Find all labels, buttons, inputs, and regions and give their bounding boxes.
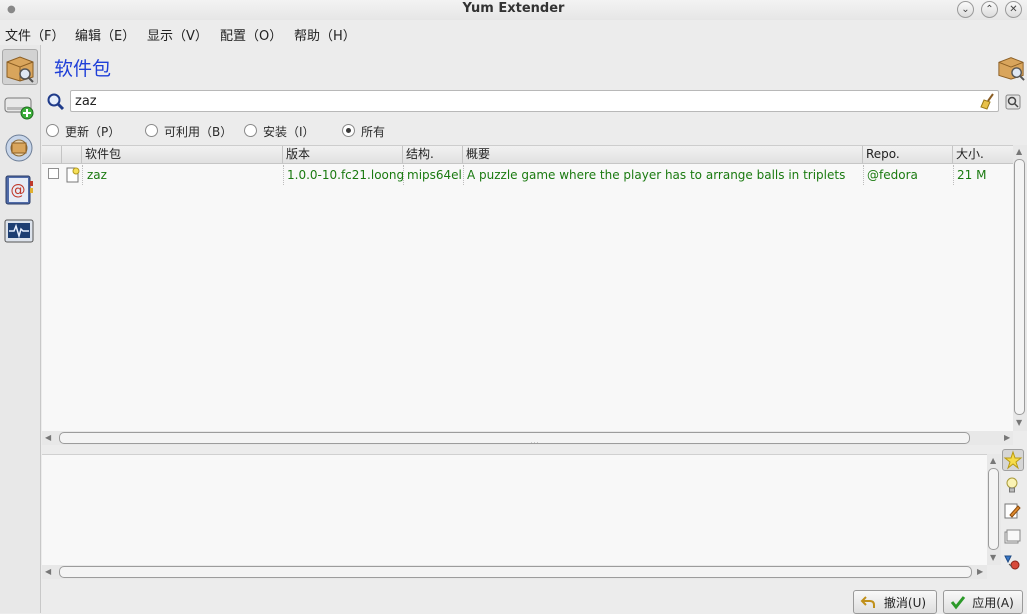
info-pane-vscroll-thumb[interactable] xyxy=(988,468,999,550)
main-panel: 软件包 更新（P） 可利用（B） 安装（I） 所有 xyxy=(42,45,1027,614)
queue-view-button[interactable] xyxy=(2,131,38,167)
column-header-arch[interactable]: 结构. xyxy=(403,146,463,164)
package-name: zaz xyxy=(87,168,107,182)
package-list: 软件包 版本 结构. 概要 Repo. 大小. zaz 1.0.0-10.fc2… xyxy=(42,145,1014,431)
title-bar: ● Yum Extender ⌄ ⌃ ✕ xyxy=(0,0,1027,20)
menu-file[interactable]: 文件（F） xyxy=(5,25,64,44)
history-disc-icon xyxy=(5,134,33,162)
filter-all-label: 所有 xyxy=(361,125,386,139)
package-list-header: 软件包 版本 结构. 概要 Repo. 大小. xyxy=(42,146,1014,164)
scroll-up-arrow-icon[interactable]: ▲ xyxy=(1016,147,1022,156)
radio-circle[interactable] xyxy=(46,124,59,137)
package-box-icon xyxy=(6,56,34,83)
clear-search-broom-icon[interactable] xyxy=(979,92,997,110)
window-title: Yum Extender xyxy=(462,1,565,16)
scroll-down-arrow-icon[interactable]: ▼ xyxy=(1016,418,1022,427)
column-header-select[interactable] xyxy=(42,146,62,164)
undo-button-label: 撤消(U) xyxy=(883,595,927,610)
maximize-button[interactable]: ⌃ xyxy=(981,1,998,18)
filter-installed-label: 安装（I） xyxy=(263,125,315,139)
scroll-right-arrow-icon[interactable]: ▶ xyxy=(977,567,983,576)
info-files-button[interactable] xyxy=(1002,527,1024,549)
filter-updates-label: 更新（P） xyxy=(65,125,121,139)
search-options-icon[interactable] xyxy=(1005,94,1021,110)
package-info-pane xyxy=(42,454,987,565)
table-row[interactable]: zaz 1.0.0-10.fc21.loong mips64el A puzzl… xyxy=(42,165,1014,185)
info-dependencies-button[interactable] xyxy=(1002,552,1024,574)
scroll-left-arrow-icon[interactable]: ◀ xyxy=(45,433,51,442)
package-repo: @fedora xyxy=(867,168,918,182)
column-header-version[interactable]: 版本 xyxy=(283,146,403,164)
package-list-vscroll-thumb[interactable] xyxy=(1014,159,1025,415)
column-header-package[interactable]: 软件包 xyxy=(82,146,283,164)
radio-circle[interactable] xyxy=(244,124,257,137)
lightbulb-icon xyxy=(1006,477,1018,493)
package-list-hscrollbar[interactable]: ◀ ▶ xyxy=(42,431,1013,445)
menu-help[interactable]: 帮助（H） xyxy=(294,25,356,44)
package-list-vscrollbar[interactable]: ▲ ▼ xyxy=(1013,145,1027,431)
monitor-activity-icon xyxy=(4,219,34,243)
column-header-summary[interactable]: 概要 xyxy=(463,146,863,164)
apply-button-label: 应用(A) xyxy=(972,595,1014,610)
pane-resize-handle[interactable]: ⋯ xyxy=(530,439,540,449)
undo-button[interactable]: 撤消(U) xyxy=(853,590,937,614)
scroll-up-arrow-icon[interactable]: ▲ xyxy=(990,456,996,465)
packages-view-button[interactable] xyxy=(2,49,38,85)
column-header-status[interactable] xyxy=(62,146,82,164)
package-arch: mips64el xyxy=(407,168,462,182)
info-changelog-button[interactable] xyxy=(1002,501,1024,523)
menu-options[interactable]: 配置（O） xyxy=(220,25,282,44)
address-book-icon: @ xyxy=(5,175,33,205)
search-icon xyxy=(47,93,65,111)
scroll-right-arrow-icon[interactable]: ▶ xyxy=(1004,433,1010,442)
dependencies-icon xyxy=(1004,555,1020,570)
menu-edit[interactable]: 编辑（E） xyxy=(75,25,135,44)
package-list-hscroll-thumb[interactable] xyxy=(59,432,970,444)
scroll-left-arrow-icon[interactable]: ◀ xyxy=(45,567,51,576)
package-version: 1.0.0-10.fc21.loong xyxy=(287,168,403,182)
menu-bar: 文件（F） 编辑（E） 显示（V） 配置（O） 帮助（H） xyxy=(0,21,1027,45)
repos-view-button[interactable]: @ xyxy=(2,173,38,209)
document-stack-icon xyxy=(1004,529,1021,544)
info-pane-hscroll-thumb[interactable] xyxy=(59,566,972,578)
column-header-repo[interactable]: Repo. xyxy=(863,146,953,164)
close-button[interactable]: ✕ xyxy=(1005,1,1022,18)
checkmark-icon xyxy=(950,596,966,610)
search-input[interactable] xyxy=(70,90,999,112)
edit-notepad-icon xyxy=(1004,503,1021,519)
page-title: 软件包 xyxy=(54,58,112,80)
minimize-button[interactable]: ⌄ xyxy=(957,1,974,18)
filter-available-label: 可利用（B） xyxy=(164,125,233,139)
svg-text:@: @ xyxy=(11,181,26,199)
apply-button[interactable]: 应用(A) xyxy=(943,590,1023,614)
output-view-button[interactable] xyxy=(2,215,38,251)
drive-add-icon xyxy=(4,97,34,120)
info-pane-hscrollbar[interactable]: ◀ ▶ xyxy=(42,565,987,579)
menu-view[interactable]: 显示（V） xyxy=(147,25,208,44)
radio-circle-selected[interactable] xyxy=(342,124,355,137)
left-toolbar: @ xyxy=(0,45,41,613)
groups-view-button[interactable] xyxy=(2,89,38,125)
star-icon xyxy=(1003,450,1023,470)
info-updateinfo-button[interactable] xyxy=(1002,475,1024,497)
package-size: 21 M xyxy=(957,168,987,182)
column-header-size[interactable]: 大小. xyxy=(953,146,1014,164)
undo-arrow-icon xyxy=(860,596,875,608)
radio-circle[interactable] xyxy=(145,124,158,137)
header-package-icon xyxy=(995,53,1027,84)
info-pane-vscrollbar[interactable]: ▲ ▼ xyxy=(987,454,1001,565)
package-summary: A puzzle game where the player has to ar… xyxy=(467,168,846,182)
info-description-button[interactable] xyxy=(1002,449,1024,471)
scroll-down-arrow-icon[interactable]: ▼ xyxy=(990,553,996,562)
